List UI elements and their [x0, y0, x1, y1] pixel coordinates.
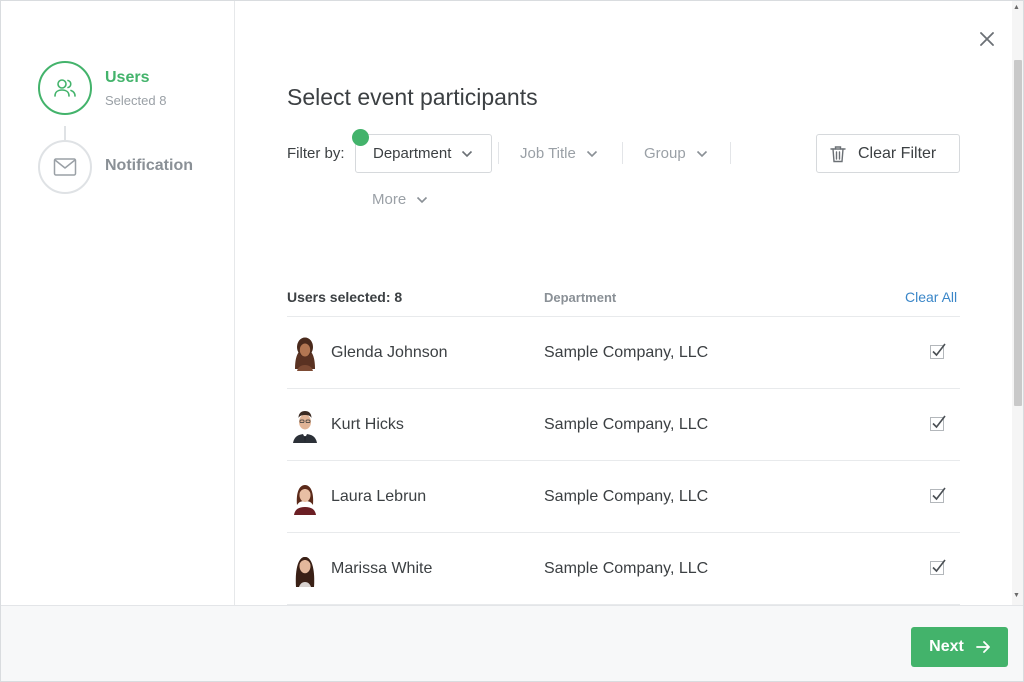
filter-more-dropdown[interactable]: More	[372, 180, 428, 219]
trash-icon	[830, 145, 846, 162]
filter-job-title-label: Job Title	[520, 145, 576, 162]
step-users-title: Users	[105, 69, 150, 86]
filter-department-dropdown[interactable]: Department	[355, 134, 492, 173]
divider	[498, 142, 499, 164]
clear-filter-label: Clear Filter	[858, 144, 937, 162]
user-name: Marissa White	[331, 560, 433, 577]
users-selected-count: Users selected: 8	[287, 289, 403, 305]
divider	[730, 142, 731, 164]
active-filter-indicator	[352, 129, 369, 146]
divider	[622, 142, 623, 164]
step-users-subtitle: Selected 8	[105, 93, 167, 108]
table-row: Laura Lebrun Sample Company, LLC	[287, 461, 960, 533]
filter-job-title-dropdown[interactable]: Job Title	[520, 134, 598, 173]
filter-department-label: Department	[373, 145, 452, 162]
filter-label: Filter by:	[287, 145, 345, 162]
next-button-label: Next	[929, 638, 964, 655]
step-notification-title: Notification	[105, 157, 193, 174]
scroll-down-arrow-icon[interactable]: ▼	[1013, 592, 1020, 599]
scroll-up-arrow-icon[interactable]: ▲	[1013, 4, 1020, 11]
user-department: Sample Company, LLC	[544, 344, 709, 361]
filter-group-dropdown[interactable]: Group	[644, 134, 708, 173]
avatar	[294, 485, 316, 515]
clear-filter-button[interactable]: Clear Filter	[816, 134, 960, 173]
department-column-header: Department	[544, 290, 617, 305]
step-notification[interactable]: Notification	[38, 140, 193, 194]
close-icon	[980, 32, 994, 46]
filter-group-label: Group	[644, 145, 686, 162]
user-department: Sample Company, LLC	[544, 416, 709, 433]
envelope-icon	[38, 140, 92, 194]
step-users[interactable]: Users Selected 8	[38, 61, 166, 115]
user-name: Kurt Hicks	[331, 416, 404, 433]
chevron-down-icon	[696, 150, 707, 157]
arrow-right-icon	[975, 641, 990, 653]
user-name: Glenda Johnson	[331, 344, 448, 361]
user-name: Laura Lebrun	[331, 488, 427, 505]
users-icon	[38, 61, 92, 115]
row-checkbox[interactable]	[929, 342, 947, 360]
chevron-down-icon	[586, 150, 597, 157]
row-checkbox[interactable]	[929, 486, 947, 504]
user-department: Sample Company, LLC	[544, 488, 709, 505]
scrollbar-thumb[interactable]	[1014, 60, 1022, 406]
row-checkbox[interactable]	[929, 414, 947, 432]
chevron-down-icon	[462, 150, 473, 157]
row-checkbox[interactable]	[929, 558, 947, 576]
dialog-footer: Next	[1, 605, 1023, 681]
table-row: Glenda Johnson Sample Company, LLC	[287, 317, 960, 389]
next-button[interactable]: Next	[911, 627, 1008, 667]
chevron-down-icon	[417, 196, 428, 203]
filter-more-label: More	[372, 191, 407, 208]
user-department: Sample Company, LLC	[544, 560, 709, 577]
avatar	[293, 411, 317, 443]
page-title: Select event participants	[287, 84, 538, 110]
wizard-sidebar: Users Selected 8 Notification	[1, 1, 235, 605]
close-button[interactable]	[976, 28, 998, 50]
avatar	[295, 337, 315, 371]
table-row: Kurt Hicks Sample Company, LLC	[287, 389, 960, 461]
step-connector	[64, 126, 66, 140]
table-row: Marissa White Sample Company, LLC	[287, 533, 960, 605]
clear-all-link[interactable]: Clear All	[905, 289, 957, 305]
avatar	[295, 557, 315, 587]
